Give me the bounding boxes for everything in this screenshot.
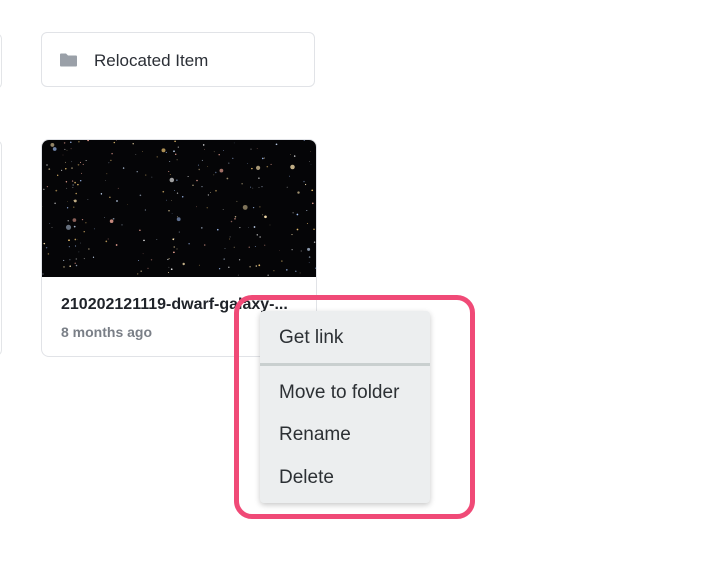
folder-name: Relocated Item (94, 51, 209, 70)
menu-item-move-to-folder[interactable]: Move to folder (279, 382, 399, 404)
file-thumbnail[interactable] (42, 140, 316, 277)
file-modified-date: 8 months ago (61, 324, 153, 340)
folder-icon (60, 53, 77, 67)
context-menu: Get link Move to folder Rename Delete (260, 311, 430, 503)
menu-item-rename[interactable]: Rename (279, 424, 351, 446)
folder-card[interactable]: Relocated Item (41, 32, 315, 87)
menu-item-get-link[interactable]: Get link (279, 327, 343, 349)
menu-item-delete[interactable]: Delete (279, 467, 334, 489)
partial-card-left-bottom[interactable] (0, 140, 2, 356)
page: Relocated Item 210202121119-dwarf-galaxy… (0, 0, 719, 581)
starfield-image (42, 140, 316, 276)
partial-card-left-top[interactable] (0, 33, 2, 89)
menu-divider (260, 363, 430, 366)
